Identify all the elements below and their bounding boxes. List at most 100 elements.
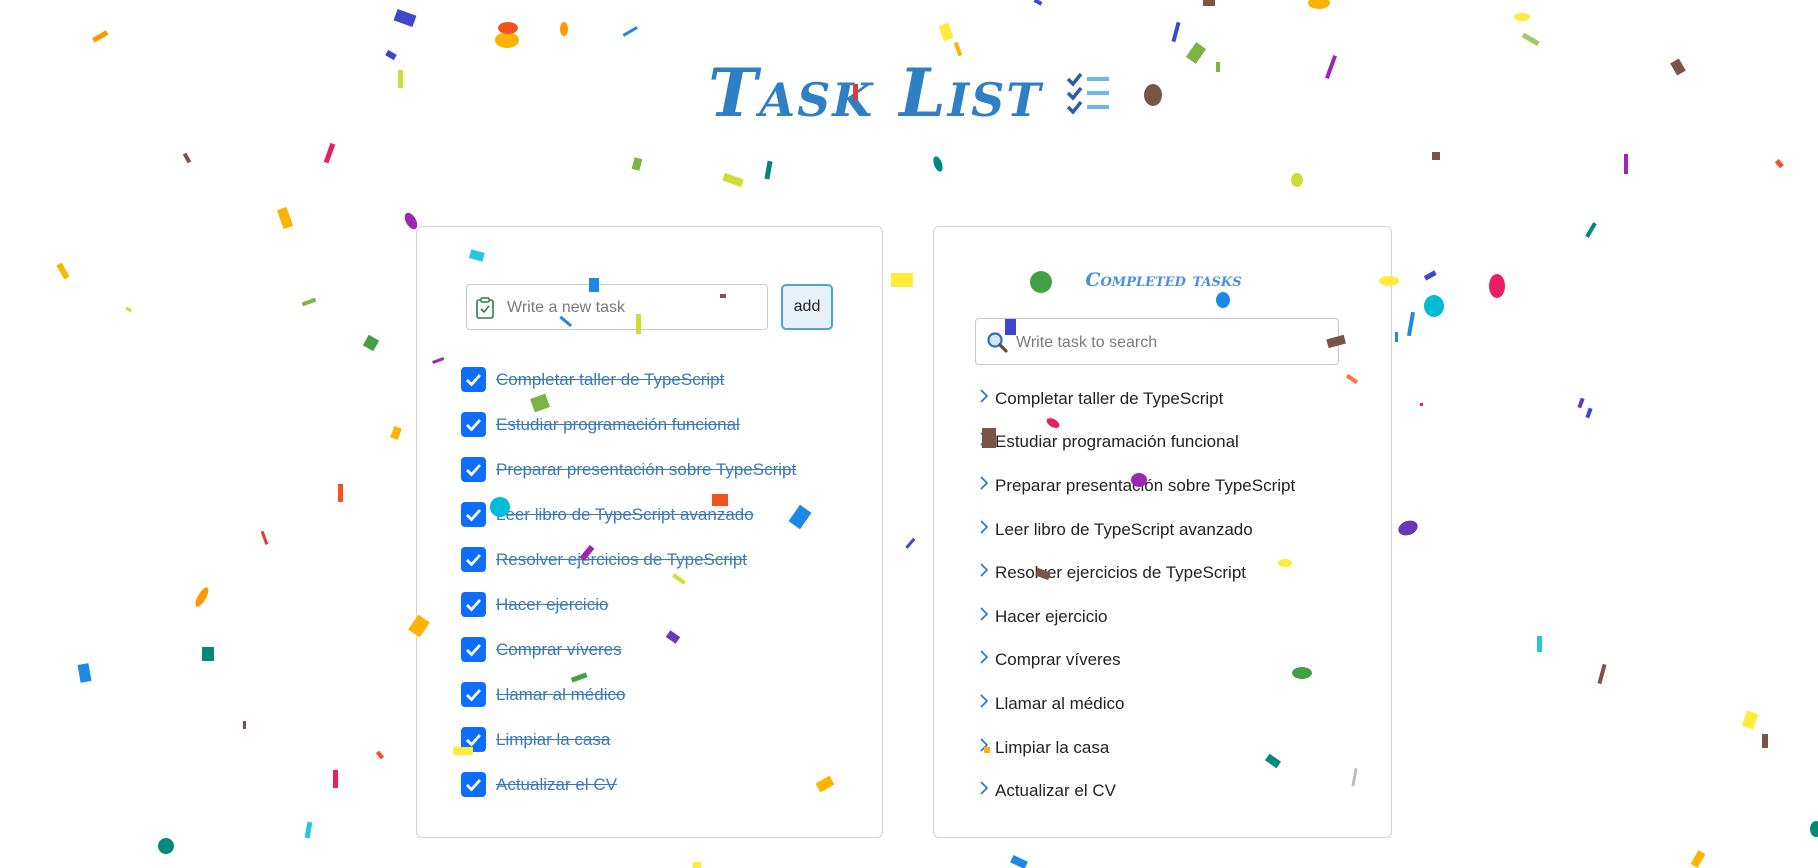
chevron-right-icon (980, 520, 989, 534)
completed-item[interactable]: Hacer ejercicio (979, 595, 1295, 639)
confetti-piece (905, 537, 916, 549)
search-input[interactable] (1014, 319, 1338, 366)
search-field (975, 318, 1339, 366)
task-label: Preparar presentación sobre TypeScript (496, 459, 797, 479)
confetti-piece (304, 821, 313, 839)
header: Task List (0, 48, 1818, 138)
confetti-piece (1690, 850, 1706, 868)
confetti-piece (1424, 295, 1444, 317)
confetti-piece (301, 297, 317, 307)
chevron-right-icon (980, 694, 989, 708)
completed-item[interactable]: Limpiar la casa (979, 726, 1295, 770)
confetti-piece (1489, 274, 1505, 298)
chevron-right-icon (980, 432, 989, 446)
confetti-piece (393, 8, 417, 28)
add-button[interactable]: add (781, 284, 833, 330)
confetti-piece (390, 425, 402, 441)
completed-item[interactable]: Estudiar programación funcional (979, 421, 1295, 465)
checklist-icon (1066, 71, 1110, 115)
completed-item-label: Comprar víveres (995, 650, 1121, 670)
new-task-field (466, 284, 768, 331)
page-title: Task List (708, 54, 1043, 132)
confetti-piece (182, 152, 192, 164)
completed-item-label: Limpiar la casa (995, 737, 1110, 757)
confetti-piece (1423, 270, 1437, 281)
confetti-piece (622, 26, 638, 37)
task-checkbox[interactable] (461, 772, 486, 797)
confetti-piece (125, 306, 133, 313)
search-icon (986, 331, 1008, 353)
confetti-piece (1597, 663, 1607, 685)
confetti-piece (631, 157, 643, 171)
task-item: Leer libro de TypeScript avanzado (461, 492, 796, 537)
confetti-piece (891, 273, 913, 287)
completed-item[interactable]: Resolver ejercicios de TypeScript (979, 551, 1295, 595)
confetti-piece (1420, 403, 1423, 406)
confetti-piece (495, 32, 519, 48)
task-list: Completar taller de TypeScript Estudiar … (461, 357, 796, 807)
task-checkbox[interactable] (461, 367, 486, 392)
completed-item-label: Completar taller de TypeScript (995, 388, 1224, 408)
completed-item[interactable]: Leer libro de TypeScript avanzado (979, 508, 1295, 552)
task-item: Comprar víveres (461, 627, 796, 672)
task-label: Llamar al médico (496, 684, 626, 704)
confetti-piece (722, 172, 744, 188)
task-checkbox[interactable] (461, 592, 486, 617)
confetti-piece (1741, 710, 1759, 730)
confetti-piece (243, 721, 246, 729)
confetti-piece (1010, 854, 1028, 868)
task-item: Estudiar programación funcional (461, 402, 796, 447)
confetti-piece (1398, 520, 1418, 536)
task-checkbox[interactable] (461, 682, 486, 707)
confetti-piece (1033, 0, 1043, 6)
confetti-piece (933, 156, 943, 172)
completed-item[interactable]: Preparar presentación sobre TypeScript (979, 464, 1295, 508)
new-task-input[interactable] (505, 285, 767, 331)
confetti-piece (375, 750, 385, 760)
task-label: Limpiar la casa (496, 729, 611, 749)
confetti-piece (260, 530, 269, 545)
task-checkbox[interactable] (461, 457, 486, 482)
confetti-piece (1624, 154, 1628, 174)
completed-item[interactable]: Actualizar el CV (979, 769, 1295, 813)
chevron-right-icon (980, 389, 989, 403)
confetti-piece (1171, 21, 1181, 43)
chevron-right-icon (980, 781, 989, 795)
confetti-piece (1774, 159, 1784, 169)
confetti-piece (1762, 734, 1768, 748)
confetti-piece (1521, 32, 1540, 47)
task-checkbox[interactable] (461, 727, 486, 752)
chevron-right-icon (980, 737, 989, 752)
task-checkbox[interactable] (461, 547, 486, 572)
confetti-piece (362, 334, 380, 352)
completed-item[interactable]: Llamar al médico (979, 682, 1295, 726)
completed-item[interactable]: Completar taller de TypeScript (979, 377, 1295, 421)
task-checkbox[interactable] (461, 502, 486, 527)
confetti-piece (1203, 0, 1215, 6)
clipboard-check-icon (475, 297, 495, 319)
chevron-right-icon (980, 607, 989, 621)
confetti-piece (693, 862, 701, 868)
confetti-piece (764, 160, 773, 180)
confetti-piece (1514, 13, 1530, 21)
task-label: Comprar víveres (496, 639, 622, 659)
confetti-piece (1585, 222, 1597, 238)
completed-item-label: Actualizar el CV (995, 781, 1116, 801)
confetti-piece (498, 22, 518, 34)
confetti-piece (1406, 311, 1416, 337)
task-item: Hacer ejercicio (461, 582, 796, 627)
confetti-piece (56, 262, 70, 280)
completed-item[interactable]: Comprar víveres (979, 639, 1295, 683)
task-panel: add Completar taller de TypeScript Estud… (416, 226, 883, 838)
confetti-piece (1537, 636, 1542, 652)
confetti-piece (1585, 407, 1593, 419)
task-checkbox[interactable] (461, 412, 486, 437)
chevron-right-icon (980, 650, 989, 664)
confetti-piece (92, 30, 109, 43)
task-checkbox[interactable] (461, 637, 486, 662)
confetti-piece (938, 22, 954, 42)
task-label: Leer libro de TypeScript avanzado (496, 504, 754, 524)
task-item: Resolver ejercicios de TypeScript (461, 537, 796, 582)
confetti-piece (333, 770, 338, 788)
confetti-piece (1432, 152, 1440, 160)
